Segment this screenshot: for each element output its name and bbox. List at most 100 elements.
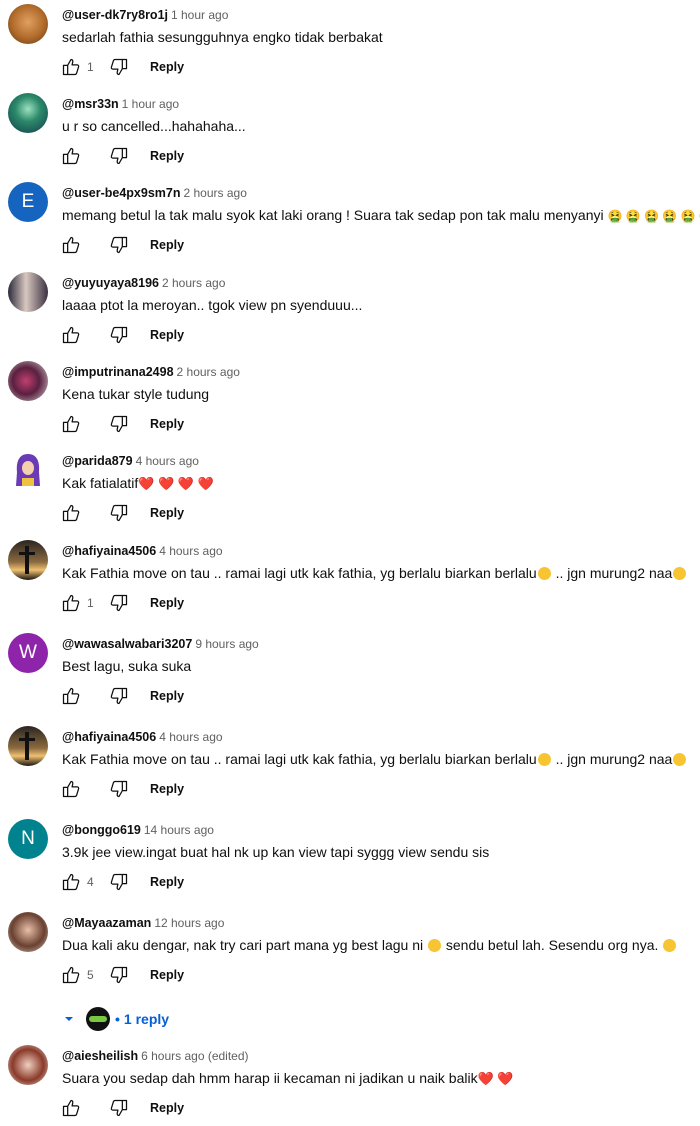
like-icon[interactable] [60, 56, 82, 78]
comment-text: Best lagu, suka suka [62, 658, 192, 674]
dislike-icon[interactable] [108, 964, 130, 986]
comment-time[interactable]: 2 hours ago [162, 276, 225, 290]
letter-avatar[interactable]: N [8, 819, 48, 859]
comment-time[interactable]: 4 hours ago [159, 544, 222, 558]
dislike-icon[interactable] [108, 413, 130, 435]
dislike-icon[interactable] [108, 778, 130, 800]
author-name[interactable]: @hafiyaina4506 [62, 544, 156, 558]
comment-actions: Reply [60, 412, 184, 436]
author-name[interactable]: @imputrinana2498 [62, 365, 174, 379]
reply-button[interactable]: Reply [150, 506, 184, 520]
comment-time[interactable]: 2 hours ago [177, 365, 240, 379]
dislike-icon[interactable] [108, 56, 130, 78]
sunset-cross-avatar[interactable] [8, 540, 48, 580]
comment-time[interactable]: 12 hours ago [154, 916, 224, 930]
author-name[interactable]: @yuyuyaya8196 [62, 276, 159, 290]
reply-button[interactable]: Reply [150, 60, 184, 74]
yawning-emoji-icon [663, 939, 677, 952]
landscape-photo-avatar[interactable] [8, 93, 48, 133]
author-name[interactable]: @Mayaazaman [62, 916, 151, 930]
person-photo-avatar[interactable] [8, 361, 48, 401]
author-name[interactable]: @wawasalwabari3207 [62, 637, 192, 651]
comment-time[interactable]: 1 hour ago [122, 97, 179, 111]
comment-actions: Reply [60, 501, 184, 525]
dislike-icon[interactable] [108, 685, 130, 707]
comment-body-continued: sendu betul lah. Sesendu org nya. [445, 937, 659, 953]
dislike-icon[interactable] [108, 145, 130, 167]
author-name[interactable]: @bonggo619 [62, 823, 141, 837]
like-icon[interactable] [60, 234, 82, 256]
like-count: 5 [87, 968, 94, 982]
dislike-icon[interactable] [108, 234, 130, 256]
replier-avatar [86, 1007, 110, 1031]
like-icon[interactable] [60, 413, 82, 435]
like-icon[interactable] [60, 502, 82, 524]
comment-time[interactable]: 1 hour ago [171, 8, 228, 22]
dislike-icon[interactable] [108, 502, 130, 524]
author-name[interactable]: @parida879 [62, 454, 133, 468]
comment-header: @hafiyaina4506 4 hours ago [62, 544, 223, 558]
like-icon[interactable] [60, 592, 82, 614]
comment-header: @wawasalwabari3207 9 hours ago [62, 637, 259, 651]
couple-photo-avatar[interactable] [8, 272, 48, 312]
dislike-icon[interactable] [108, 592, 130, 614]
author-name[interactable]: @msr33n [62, 97, 119, 111]
smile-emoji-icon [537, 567, 551, 580]
sunset-cross-avatar[interactable] [8, 726, 48, 766]
comment-actions: Reply [60, 1096, 184, 1120]
dislike-icon[interactable] [108, 324, 130, 346]
comment-text: Kak fatialatif❤️ ❤️ ❤️ ❤️ [62, 475, 214, 492]
author-name[interactable]: @user-dk7ry8ro1j [62, 8, 168, 22]
comment-time[interactable]: 4 hours ago [136, 454, 199, 468]
reply-button[interactable]: Reply [150, 328, 184, 342]
smile-emoji-icon [673, 753, 687, 766]
like-icon[interactable] [60, 778, 82, 800]
like-icon[interactable] [60, 964, 82, 986]
comment-actions: 5 Reply [60, 963, 184, 987]
comment-actions: 1 Reply [60, 591, 184, 615]
reply-button[interactable]: Reply [150, 1101, 184, 1115]
comment-text: Kena tukar style tudung [62, 386, 210, 402]
woman-photo-avatar[interactable] [8, 912, 48, 952]
dislike-icon[interactable] [108, 871, 130, 893]
letter-avatar[interactable]: E [8, 182, 48, 222]
like-icon[interactable] [60, 871, 82, 893]
laughing-emoji-icon [427, 939, 441, 952]
comment-body: Kak fatialatif [62, 475, 139, 491]
like-icon[interactable] [60, 145, 82, 167]
reply-button[interactable]: Reply [150, 596, 184, 610]
author-name[interactable]: @hafiyaina4506 [62, 730, 156, 744]
woman-glasses-avatar[interactable] [8, 1045, 48, 1085]
author-name[interactable]: @user-be4px9sm7n [62, 186, 181, 200]
reply-button[interactable]: Reply [150, 149, 184, 163]
author-name[interactable]: @aiesheilish [62, 1049, 138, 1063]
comment-actions: 1 Reply [60, 55, 184, 79]
reply-button[interactable]: Reply [150, 238, 184, 252]
reply-button[interactable]: Reply [150, 689, 184, 703]
comment-actions: Reply [60, 144, 184, 168]
dislike-icon[interactable] [108, 1097, 130, 1119]
letter-avatar[interactable]: W [8, 633, 48, 673]
comment-time[interactable]: 6 hours ago (edited) [141, 1049, 248, 1063]
comment-body: Kak Fathia move on tau .. ramai lagi utk… [62, 565, 537, 581]
cat-photo-avatar[interactable] [8, 4, 48, 44]
reply-button[interactable]: Reply [150, 782, 184, 796]
comment-time[interactable]: 2 hours ago [184, 186, 247, 200]
reply-button[interactable]: Reply [150, 875, 184, 889]
comment-text: laaaa ptot la meroyan.. tgok view pn sye… [62, 297, 363, 313]
like-count: 1 [87, 596, 94, 610]
comment-body-continued: .. jgn murung2 naa [555, 565, 673, 581]
like-icon[interactable] [60, 1097, 82, 1119]
reply-button[interactable]: Reply [150, 417, 184, 431]
chevron-down-icon [62, 1012, 76, 1026]
like-icon[interactable] [60, 324, 82, 346]
reply-button[interactable]: Reply [150, 968, 184, 982]
comment-time[interactable]: 14 hours ago [144, 823, 214, 837]
hijab-cartoon-avatar[interactable] [8, 450, 48, 490]
like-icon[interactable] [60, 685, 82, 707]
comment-time[interactable]: 9 hours ago [195, 637, 258, 651]
comment-time[interactable]: 4 hours ago [159, 730, 222, 744]
comment-header: @hafiyaina4506 4 hours ago [62, 730, 223, 744]
comment-text: u r so cancelled...hahahaha... [62, 118, 246, 134]
view-replies-toggle[interactable]: • 1 reply [62, 1007, 169, 1031]
